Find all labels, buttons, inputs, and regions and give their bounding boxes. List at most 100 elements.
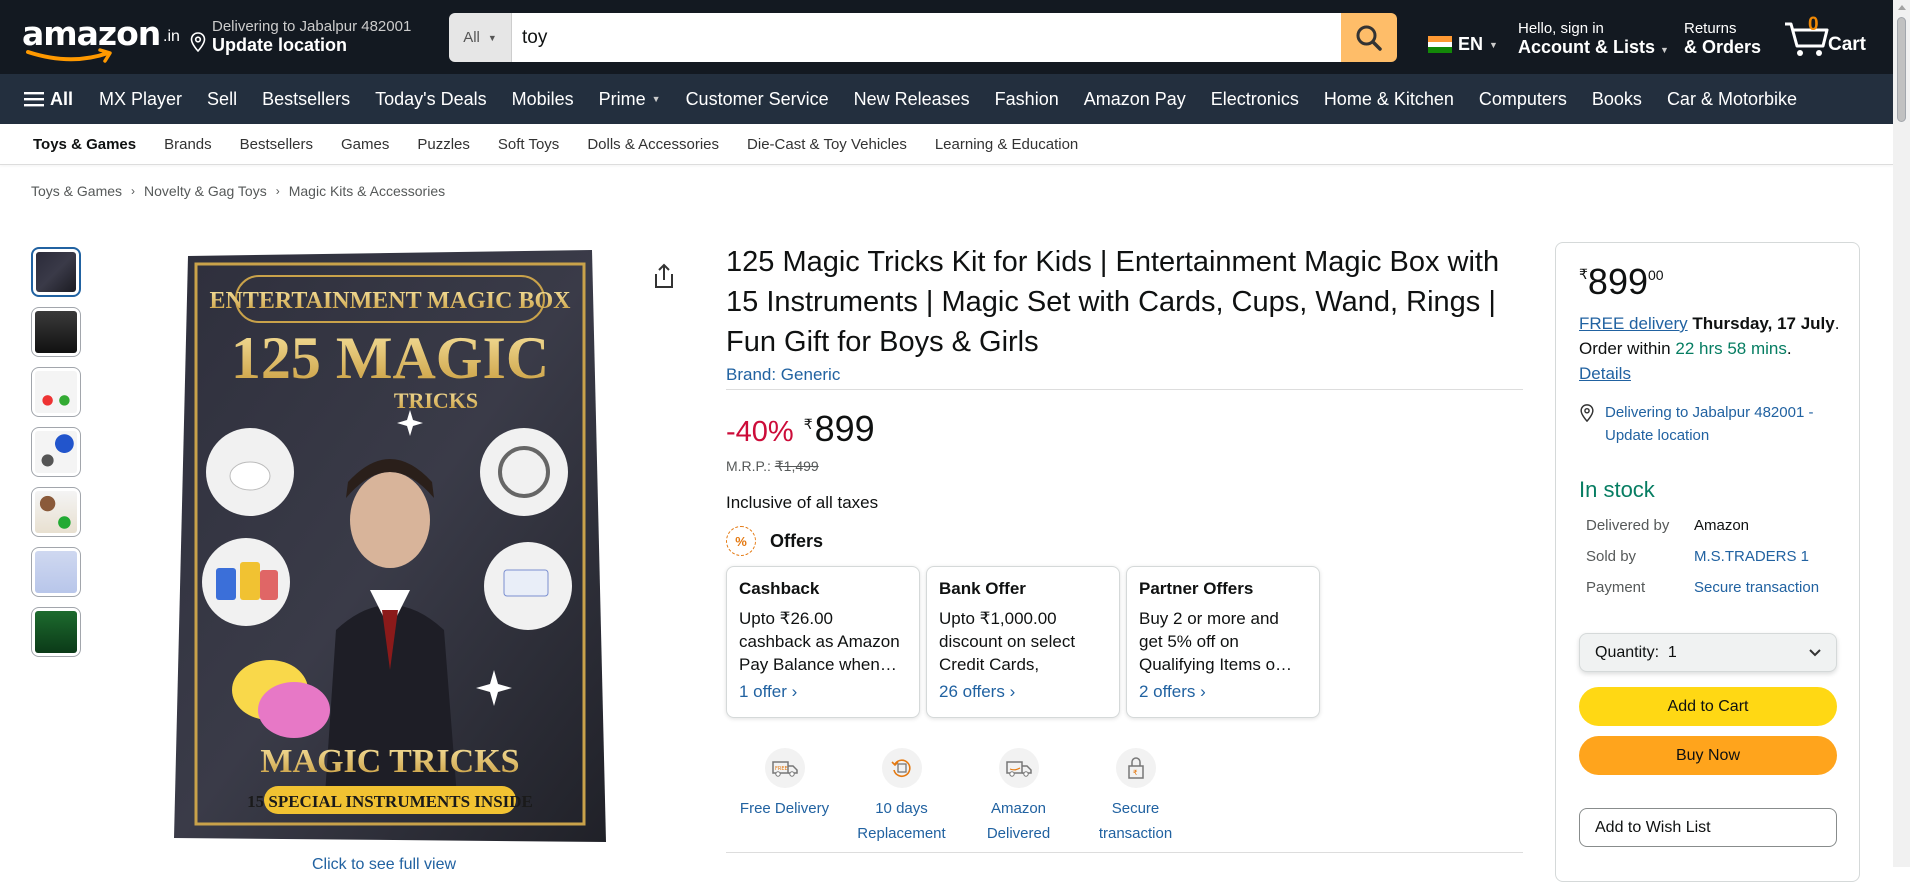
nav-item-bestsellers[interactable]: Bestsellers xyxy=(262,89,350,110)
click-full-view-link[interactable]: Click to see full view xyxy=(312,856,456,874)
search-category-select[interactable]: All ▼ xyxy=(449,13,512,62)
feature-line1: Amazon xyxy=(990,800,1047,817)
main-nav: All MX Player Sell Bestsellers Today's D… xyxy=(0,74,1893,124)
nav-item-amazon-pay[interactable]: Amazon Pay xyxy=(1084,89,1186,110)
seller-info-key: Delivered by xyxy=(1586,517,1670,534)
seller-info-row: Delivered by Amazon xyxy=(1586,517,1819,548)
offer-card-cashback[interactable]: Cashback Upto ₹26.00 cashback as Amazon … xyxy=(726,566,920,718)
breadcrumb-item[interactable]: Toys & Games xyxy=(31,183,122,199)
offers-heading: % Offers xyxy=(726,526,823,556)
search-button[interactable] xyxy=(1341,13,1397,62)
offer-card-partner[interactable]: Partner Offers Buy 2 or more and get 5% … xyxy=(1126,566,1320,718)
thumbnail-7[interactable] xyxy=(31,607,81,657)
product-main-image[interactable]: ENTERTAINMENT MAGIC BOX 125 MAGIC TRICKS… xyxy=(174,250,606,842)
lock-icon: ₹ xyxy=(1115,748,1156,788)
search-input[interactable] xyxy=(512,13,1341,62)
thumbnail-6[interactable] xyxy=(31,547,81,597)
account-greeting: Hello, sign in xyxy=(1518,20,1604,37)
thumbnail-1[interactable] xyxy=(31,247,81,297)
top-navbar: amazon .in Delivering to Jabalpur 482001… xyxy=(0,0,1893,74)
thumbnail-2[interactable] xyxy=(31,307,81,357)
brand-link[interactable]: Brand: Generic xyxy=(726,365,840,385)
seller-info-row: Payment Secure transaction xyxy=(1586,579,1819,610)
delivery-location[interactable]: Delivering to Jabalpur 482001 Update loc… xyxy=(190,18,411,56)
subnav-puzzles[interactable]: Puzzles xyxy=(417,136,470,153)
orders-label: & Orders xyxy=(1684,37,1762,57)
thumbnail-strip xyxy=(31,247,81,667)
add-to-cart-button[interactable]: Add to Cart xyxy=(1579,687,1837,726)
nav-item-mx-player[interactable]: MX Player xyxy=(99,89,182,110)
price-block: -40% ₹ 899 xyxy=(726,408,875,450)
nav-item-home-kitchen[interactable]: Home & Kitchen xyxy=(1324,89,1454,110)
feature-line2: transaction xyxy=(1098,825,1173,842)
feature-free-delivery[interactable]: FREE Free Delivery xyxy=(726,748,843,846)
product-image-art: ENTERTAINMENT MAGIC BOX 125 MAGIC TRICKS… xyxy=(174,250,606,842)
hamburger-icon xyxy=(24,92,44,107)
thumbnail-4[interactable] xyxy=(31,427,81,477)
subnav-brands[interactable]: Brands xyxy=(164,136,212,153)
delivery-date: Thursday, 17 July xyxy=(1692,314,1835,333)
stock-status: In stock xyxy=(1579,477,1655,502)
nav-item-mobiles[interactable]: Mobiles xyxy=(512,89,574,110)
nav-item-fashion[interactable]: Fashion xyxy=(995,89,1059,110)
caret-down-icon: ▼ xyxy=(1660,45,1669,55)
nav-item-todays-deals[interactable]: Today's Deals xyxy=(375,89,487,110)
caret-down-icon: ▼ xyxy=(1489,39,1498,50)
search-category-label: All xyxy=(463,29,480,46)
nav-item-new-releases[interactable]: New Releases xyxy=(854,89,970,110)
free-delivery-link[interactable]: FREE delivery xyxy=(1579,314,1688,333)
scrollbar-thumb[interactable] xyxy=(1897,17,1906,122)
subnav-soft-toys[interactable]: Soft Toys xyxy=(498,136,559,153)
feature-amazon-delivered[interactable]: Amazon Delivered xyxy=(960,748,1077,846)
seller-link[interactable]: M.S.TRADERS 1 xyxy=(1694,548,1809,579)
nav-item-computers[interactable]: Computers xyxy=(1479,89,1567,110)
delivery-line2: Update location xyxy=(212,35,348,55)
thumbnail-5[interactable] xyxy=(31,487,81,537)
nav-item-sell[interactable]: Sell xyxy=(207,89,237,110)
share-button[interactable] xyxy=(652,263,676,294)
subnav-games[interactable]: Games xyxy=(341,136,389,153)
nav-item-car-motorbike[interactable]: Car & Motorbike xyxy=(1667,89,1797,110)
feature-replacement[interactable]: 10 days Replacement xyxy=(843,748,960,846)
nav-item-prime[interactable]: Prime ▼ xyxy=(599,89,661,110)
buy-now-button[interactable]: Buy Now xyxy=(1579,736,1837,775)
scroll-up-arrow-icon[interactable] xyxy=(1898,5,1906,10)
all-menu-button[interactable]: All xyxy=(24,89,73,110)
subnav-toys-games[interactable]: Toys & Games xyxy=(33,136,136,153)
offer-card-link[interactable]: 26 offers › xyxy=(939,682,1107,702)
returns-label: Returns xyxy=(1684,20,1737,37)
cart-button[interactable]: 0 Cart xyxy=(1783,14,1883,62)
feature-secure-transaction[interactable]: ₹ Secure transaction xyxy=(1077,748,1194,846)
quantity-select[interactable]: Quantity: 1 xyxy=(1579,633,1837,672)
subnav-die-cast[interactable]: Die-Cast & Toy Vehicles xyxy=(747,136,907,153)
quantity-label: Quantity: xyxy=(1595,643,1660,661)
details-link[interactable]: Details xyxy=(1579,364,1631,383)
nav-item-books[interactable]: Books xyxy=(1592,89,1642,110)
thumbnail-3[interactable] xyxy=(31,367,81,417)
subnav-learning-education[interactable]: Learning & Education xyxy=(935,136,1078,153)
offer-card-link[interactable]: 1 offer › xyxy=(739,682,907,702)
amazon-truck-icon xyxy=(998,748,1039,788)
feature-line2: Replacement xyxy=(857,825,946,842)
replacement-icon xyxy=(881,748,922,788)
account-lists[interactable]: Hello, sign in Account & Lists ▼ xyxy=(1518,20,1669,58)
returns-orders[interactable]: Returns & Orders xyxy=(1684,20,1761,58)
page-scrollbar[interactable] xyxy=(1893,0,1910,867)
breadcrumb-item[interactable]: Magic Kits & Accessories xyxy=(289,183,445,199)
secure-transaction-link[interactable]: Secure transaction xyxy=(1694,579,1819,610)
subnav-bestsellers[interactable]: Bestsellers xyxy=(240,136,313,153)
india-flag-icon xyxy=(1428,36,1452,54)
search-bar: All ▼ xyxy=(449,13,1397,62)
subnav-dolls-accessories[interactable]: Dolls & Accessories xyxy=(587,136,719,153)
nav-item-electronics[interactable]: Electronics xyxy=(1211,89,1299,110)
breadcrumb-item[interactable]: Novelty & Gag Toys xyxy=(144,183,267,199)
amazon-logo[interactable]: amazon .in xyxy=(22,14,180,64)
cart-label: Cart xyxy=(1828,34,1867,55)
offer-card-bank[interactable]: Bank Offer Upto ₹1,000.00 discount on se… xyxy=(926,566,1120,718)
offer-card-link[interactable]: 2 offers › xyxy=(1139,682,1307,702)
nav-item-customer-service[interactable]: Customer Service xyxy=(686,89,829,110)
search-icon xyxy=(1356,25,1382,51)
buybox-location-link[interactable]: Delivering to Jabalpur 482001 - Update l… xyxy=(1579,401,1849,447)
add-to-wish-list-button[interactable]: Add to Wish List xyxy=(1579,808,1837,847)
language-selector[interactable]: EN ▼ xyxy=(1428,34,1498,55)
